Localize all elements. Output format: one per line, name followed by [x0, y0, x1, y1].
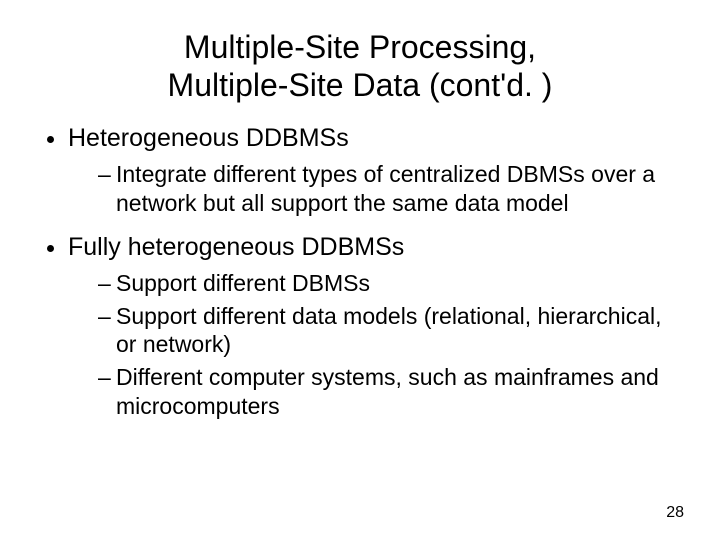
slide: Multiple-Site Processing, Multiple-Site … [0, 0, 720, 540]
page-number: 28 [666, 504, 684, 522]
sub-bullet-item: Support different data models (relationa… [98, 302, 684, 360]
sub-bullet-item: Integrate different types of centralized… [98, 160, 684, 218]
sub-bullet-text: Different computer systems, such as main… [116, 364, 659, 419]
sub-bullet-text: Support different data models (relationa… [116, 303, 662, 358]
bullet-text: Fully heterogeneous DDBMSs [68, 233, 404, 261]
title-line-1: Multiple-Site Processing, [184, 29, 536, 65]
slide-title: Multiple-Site Processing, Multiple-Site … [36, 28, 684, 105]
sub-bullet-list: Integrate different types of centralized… [68, 160, 684, 218]
sub-bullet-text: Support different DBMSs [116, 270, 370, 296]
bullet-item: Heterogeneous DDBMSs Integrate different… [68, 123, 684, 218]
bullet-list: Heterogeneous DDBMSs Integrate different… [36, 123, 684, 421]
sub-bullet-item: Different computer systems, such as main… [98, 363, 684, 421]
sub-bullet-item: Support different DBMSs [98, 269, 684, 298]
sub-bullet-list: Support different DBMSs Support differen… [68, 269, 684, 421]
title-line-2: Multiple-Site Data (cont'd. ) [168, 67, 553, 103]
bullet-text: Heterogeneous DDBMSs [68, 124, 349, 152]
sub-bullet-text: Integrate different types of centralized… [116, 161, 655, 216]
bullet-item: Fully heterogeneous DDBMSs Support diffe… [68, 232, 684, 421]
